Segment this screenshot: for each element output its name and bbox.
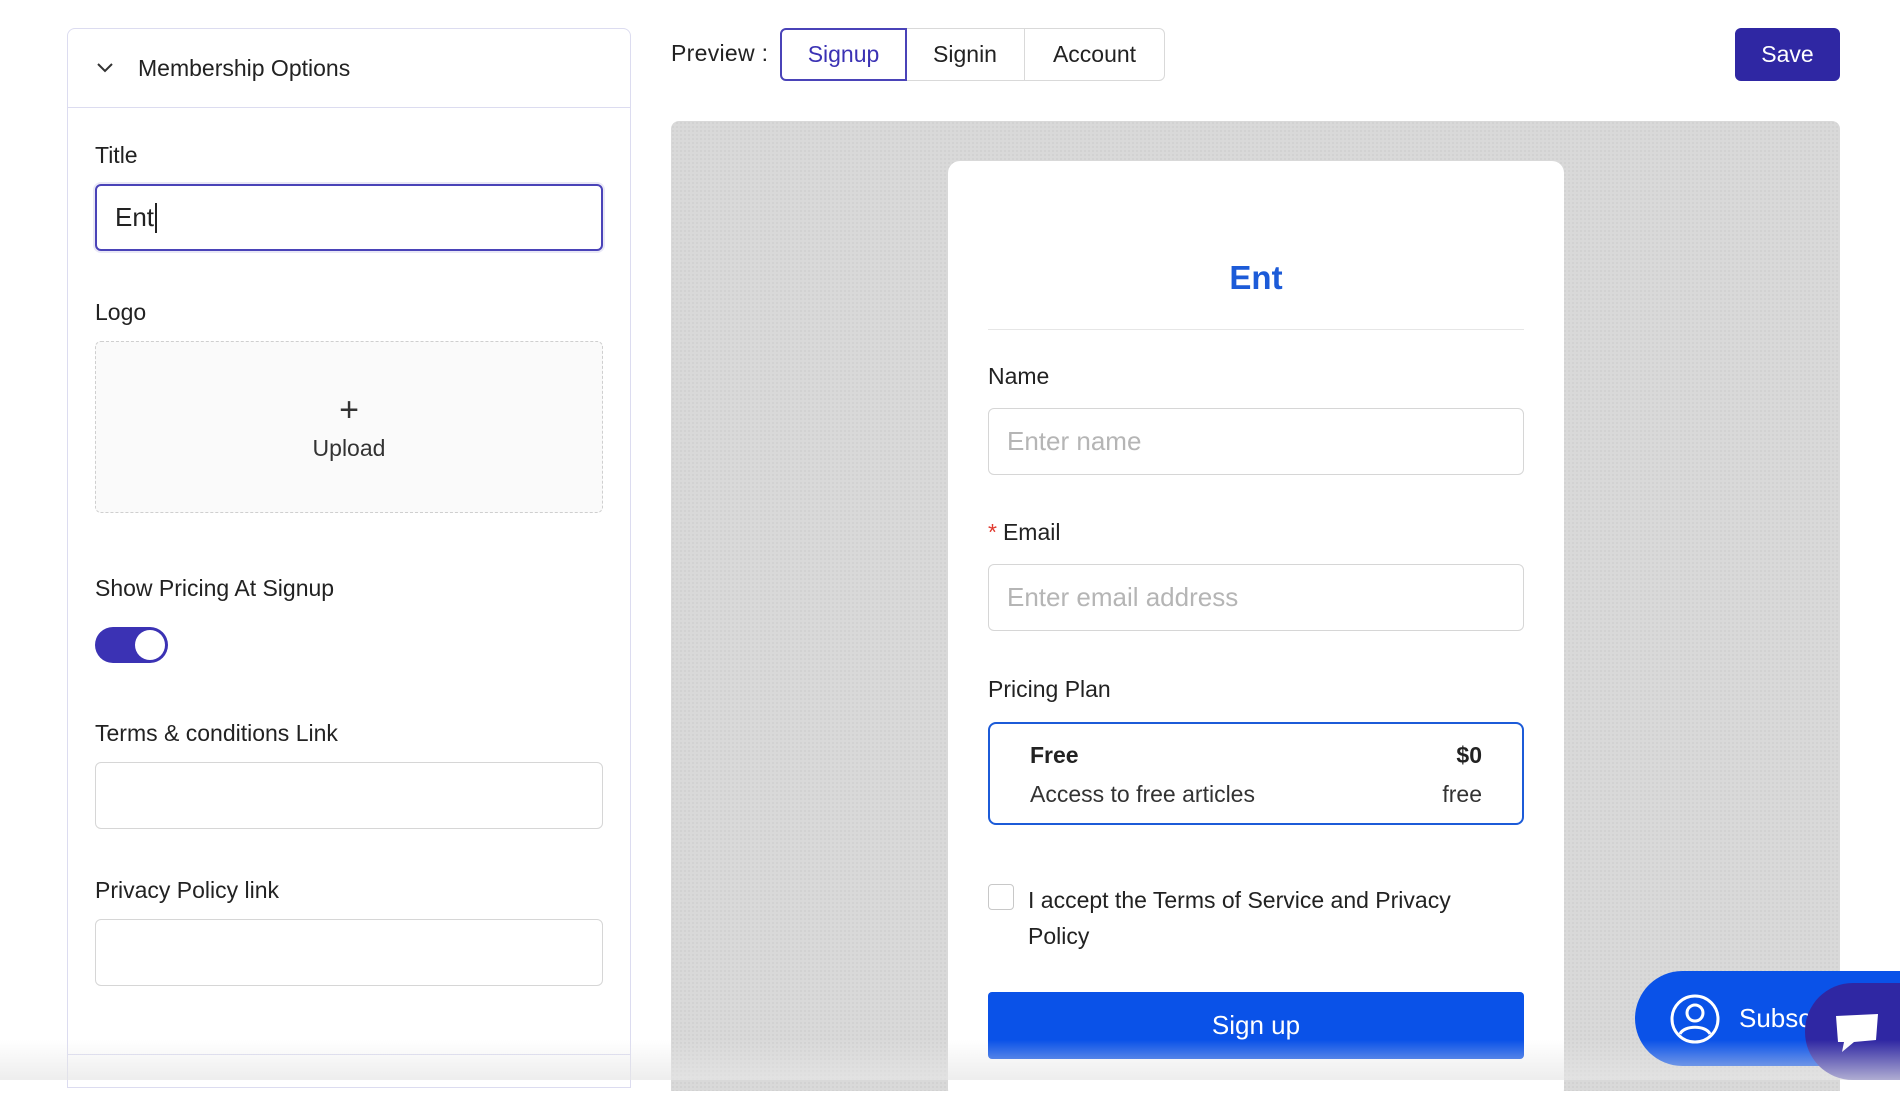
pricing-plan-label: Pricing Plan (988, 676, 1111, 702)
plus-icon: + (339, 390, 359, 429)
membership-options-header[interactable]: Membership Options (68, 29, 630, 108)
user-circle-icon (1670, 994, 1720, 1043)
email-label: Email (1002, 519, 1061, 545)
chat-icon (1835, 1013, 1878, 1052)
show-pricing-label: Show Pricing At Signup (95, 575, 335, 601)
required-mark: * (988, 519, 997, 545)
sign-up-button[interactable]: Sign up (988, 992, 1524, 1059)
name-placeholder: Enter name (1007, 426, 1142, 456)
tab-account[interactable]: Account (1024, 28, 1165, 81)
chat-widget-button[interactable] (1805, 983, 1900, 1080)
subscribe-label: Subsc (1739, 1003, 1812, 1033)
plan-price: $0 (1456, 742, 1482, 768)
signup-preview-card: Ent Name Enter name * Email Enter email a… (948, 161, 1564, 1101)
logo-label: Logo (95, 299, 147, 325)
logo-upload-dropzone[interactable]: + Upload (95, 341, 603, 513)
title-label: Title (95, 142, 138, 168)
privacy-link-input[interactable] (95, 919, 603, 986)
accept-terms-checkbox[interactable] (988, 884, 1014, 910)
terms-link-input[interactable] (95, 762, 603, 829)
plan-name: Free (1030, 742, 1079, 768)
title-input[interactable]: Ent (95, 184, 603, 251)
preview-label: Preview : (671, 40, 769, 66)
tab-signin[interactable]: Signin (906, 28, 1025, 81)
toggle-knob (135, 630, 165, 660)
privacy-label: Privacy Policy link (95, 877, 280, 903)
panel-title: Membership Options (138, 54, 351, 81)
accept-terms-text: I accept the Terms of Service and Privac… (1028, 887, 1451, 949)
name-label: Name (988, 363, 1050, 389)
email-label-row: * Email (988, 519, 1060, 546)
accept-terms-row: I accept the Terms of Service and Privac… (988, 882, 1528, 954)
membership-options-panel: Membership Options Title Ent Logo + Uplo… (67, 28, 631, 1088)
save-button[interactable]: Save (1735, 28, 1840, 81)
terms-label: Terms & conditions Link (95, 720, 338, 746)
show-pricing-toggle[interactable] (95, 627, 168, 663)
card-title: Ent (1229, 259, 1283, 296)
chevron-down-icon[interactable] (94, 57, 116, 79)
tab-signup[interactable]: Signup (780, 28, 907, 81)
email-placeholder: Enter email address (1007, 582, 1239, 612)
plan-period: free (1442, 781, 1482, 807)
title-input-value: Ent (115, 202, 155, 232)
upload-label: Upload (312, 434, 386, 461)
name-input[interactable]: Enter name (988, 408, 1524, 475)
panel-section-divider (68, 1054, 630, 1055)
pricing-plan-option[interactable]: Free $0 Access to free articles free (988, 722, 1524, 825)
email-input[interactable]: Enter email address (988, 564, 1524, 631)
card-divider (988, 329, 1524, 330)
plan-description: Access to free articles (1030, 781, 1255, 807)
text-caret (155, 202, 158, 233)
